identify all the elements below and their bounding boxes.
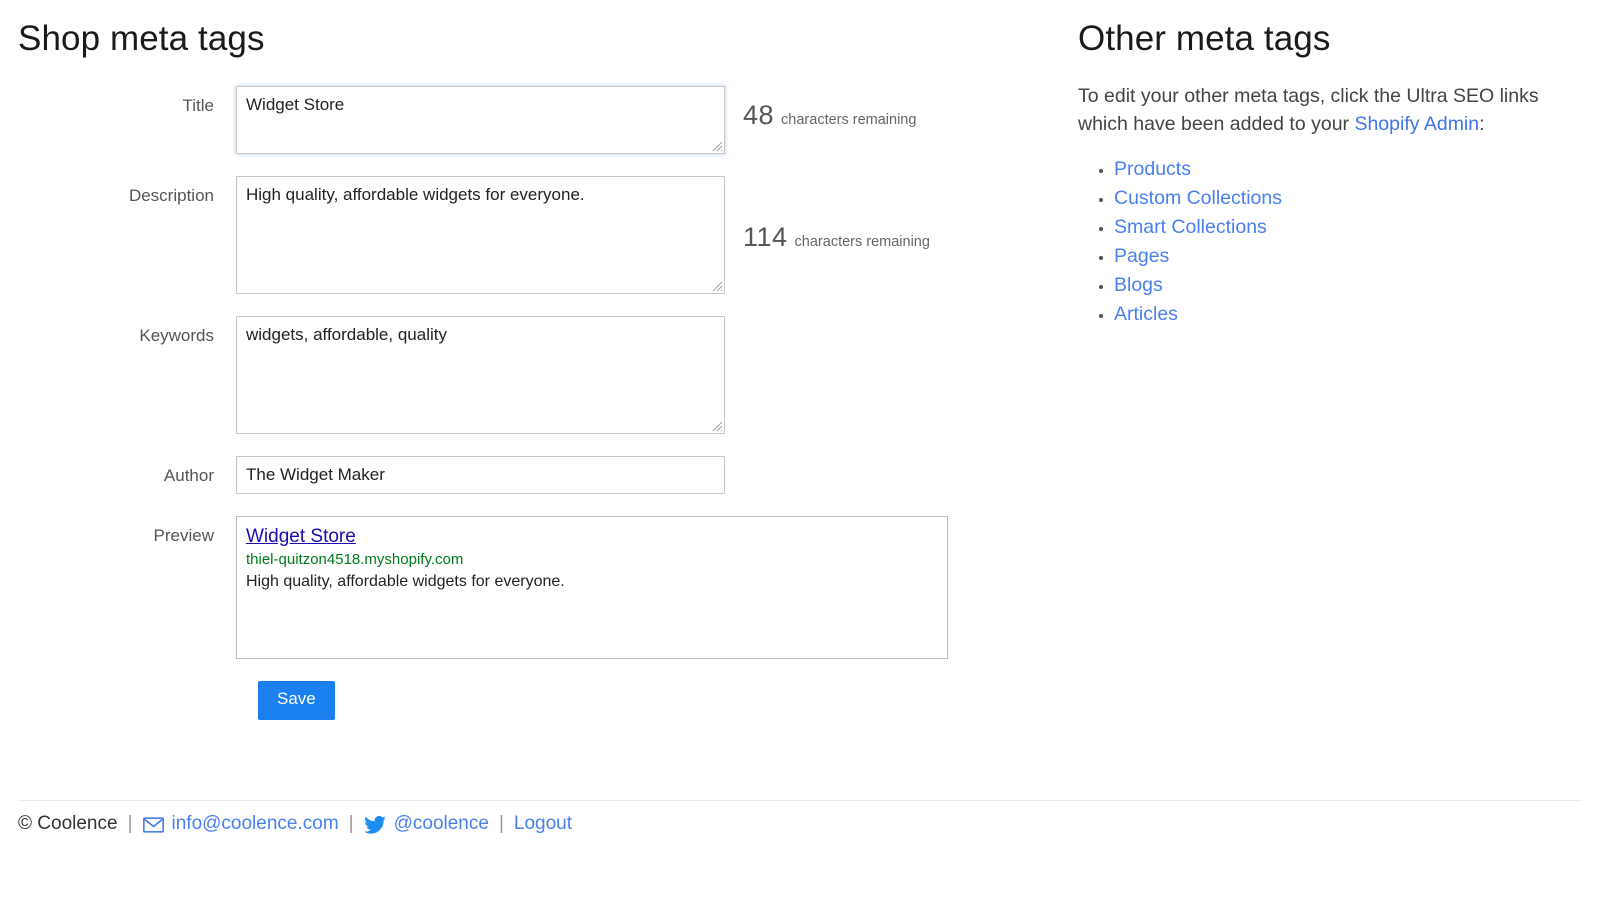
form-row-save: Save xyxy=(18,681,1048,720)
description-field-wrap: 114 characters remaining xyxy=(236,176,930,294)
preview-url: thiel-quitzon4518.myshopify.com xyxy=(246,550,464,568)
title-label: Title xyxy=(182,96,215,115)
email-link[interactable]: info@coolence.com xyxy=(172,813,339,835)
logout-link[interactable]: Logout xyxy=(514,813,572,835)
list-item: Custom Collections xyxy=(1114,187,1578,210)
keywords-input[interactable] xyxy=(236,316,725,434)
list-item: Blogs xyxy=(1114,274,1578,297)
link-articles[interactable]: Articles xyxy=(1114,303,1178,325)
title-textarea-holder xyxy=(236,86,725,154)
description-label: Description xyxy=(128,186,214,205)
form-row-description: Description 114 characters remaining xyxy=(18,176,1048,294)
list-item: Pages xyxy=(1114,245,1578,268)
intro-text-after: : xyxy=(1479,113,1485,136)
footer: © Coolence | info@coolence.com | @coolen… xyxy=(18,813,572,835)
author-label: Author xyxy=(163,466,214,485)
shopify-admin-link[interactable]: Shopify Admin xyxy=(1354,113,1479,135)
page-title: Shop meta tags xyxy=(18,19,265,58)
app-root: Shop meta tags Title 48 xyxy=(0,0,1600,900)
copyright-text: © Coolence xyxy=(18,813,118,834)
list-item: Articles xyxy=(1114,303,1578,326)
footer-separator: | xyxy=(348,813,354,834)
shop-meta-tags-panel: Shop meta tags Title 48 xyxy=(18,0,1048,720)
keywords-label: Keywords xyxy=(139,326,214,345)
description-textarea-holder xyxy=(236,176,725,294)
other-meta-tags-intro: To edit your other meta tags, click the … xyxy=(1078,82,1550,139)
other-meta-tags-panel: Other meta tags To edit your other meta … xyxy=(1078,0,1578,332)
form-row-title: Title 48 characters remaining xyxy=(18,86,1048,154)
keywords-field-wrap xyxy=(236,316,725,434)
title-char-counter: 48 characters remaining xyxy=(743,100,916,131)
description-input[interactable] xyxy=(236,176,725,294)
preview-title-link[interactable]: Widget Store xyxy=(246,525,356,549)
link-blogs[interactable]: Blogs xyxy=(1114,274,1163,296)
author-field-wrap xyxy=(236,456,725,494)
meta-tags-form: Title 48 characters remaining xyxy=(18,86,1048,720)
title-char-counter-label: characters remaining xyxy=(781,112,917,128)
envelope-icon xyxy=(142,817,164,833)
form-row-author: Author xyxy=(18,456,1048,494)
list-item: Smart Collections xyxy=(1114,216,1578,239)
footer-divider xyxy=(18,800,1582,801)
link-products[interactable]: Products xyxy=(1114,158,1191,180)
description-char-count: 114 xyxy=(743,222,788,252)
footer-separator: | xyxy=(498,813,504,834)
title-char-count: 48 xyxy=(743,100,775,130)
link-custom-collections[interactable]: Custom Collections xyxy=(1114,187,1282,209)
other-meta-tags-title: Other meta tags xyxy=(1078,19,1331,58)
form-row-keywords: Keywords xyxy=(18,316,1048,434)
preview-field-wrap: Widget Store thiel-quitzon4518.myshopify… xyxy=(236,516,948,659)
link-smart-collections[interactable]: Smart Collections xyxy=(1114,216,1267,238)
form-row-preview: Preview Widget Store thiel-quitzon4518.m… xyxy=(18,516,1048,659)
serp-preview-box: Widget Store thiel-quitzon4518.myshopify… xyxy=(236,516,948,659)
twitter-bird-icon xyxy=(363,816,386,834)
footer-separator: | xyxy=(127,813,133,834)
preview-label: Preview xyxy=(153,526,214,545)
other-meta-tags-link-list: Products Custom Collections Smart Collec… xyxy=(1078,158,1578,326)
description-char-counter-label: characters remaining xyxy=(794,234,930,250)
twitter-link[interactable]: @coolence xyxy=(394,813,489,835)
list-item: Products xyxy=(1114,158,1578,181)
title-field-wrap: 48 characters remaining xyxy=(236,86,916,154)
preview-description: High quality, affordable widgets for eve… xyxy=(246,573,565,590)
save-button[interactable]: Save xyxy=(258,681,335,720)
author-input[interactable] xyxy=(236,456,725,494)
description-char-counter: 114 characters remaining xyxy=(743,222,930,253)
link-pages[interactable]: Pages xyxy=(1114,245,1169,267)
keywords-textarea-holder xyxy=(236,316,725,434)
title-input[interactable] xyxy=(236,86,725,154)
